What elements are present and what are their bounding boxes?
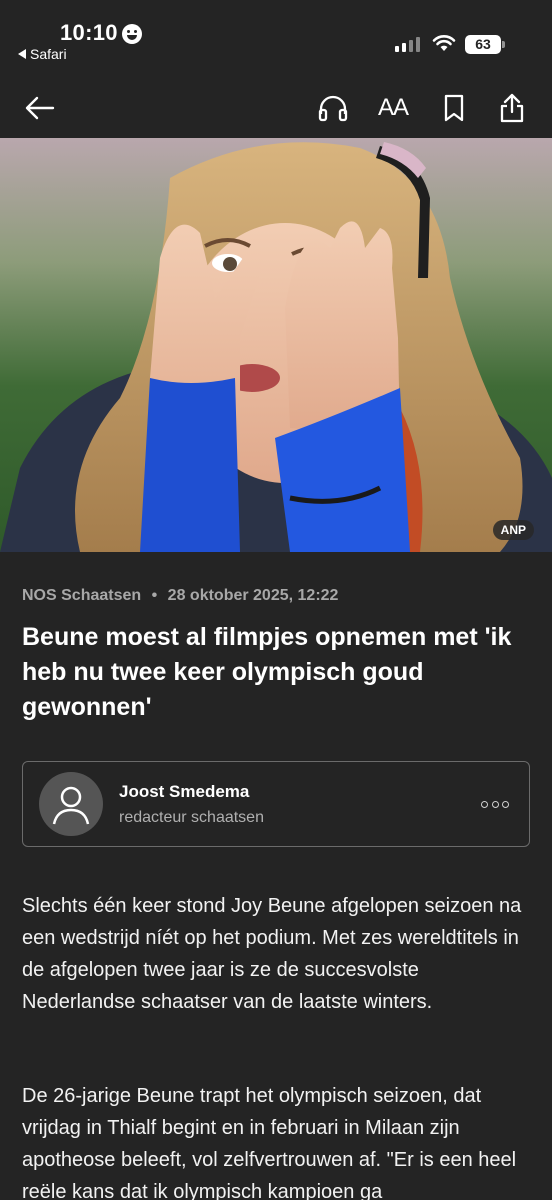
photo-credit: ANP <box>492 520 534 540</box>
more-dot <box>502 800 509 808</box>
bookmark-icon <box>444 94 464 122</box>
avatar <box>39 772 103 836</box>
article-paragraph: Slechts één keer stond Joy Beune afgelop… <box>22 895 522 1013</box>
back-button[interactable] <box>20 88 60 128</box>
bookmark-button[interactable] <box>434 88 474 128</box>
focus-mode-icon <box>122 24 142 44</box>
cellular-signal-icon <box>395 36 420 52</box>
back-to-safari[interactable]: Safari <box>18 46 67 62</box>
more-options-icon <box>481 800 488 808</box>
article-date: 28 oktober 2025, 12:22 <box>167 587 339 604</box>
arrow-left-icon <box>25 96 55 120</box>
wifi-icon <box>432 35 456 51</box>
battery-indicator: 63 <box>465 35 505 54</box>
back-triangle-icon <box>18 49 26 59</box>
hero-image[interactable]: ANP <box>0 138 552 552</box>
article-source[interactable]: NOS Schaatsen <box>22 587 141 604</box>
author-card[interactable]: Joost Smedema redacteur schaatsen <box>22 761 530 847</box>
text-size-label: AA <box>377 94 409 121</box>
status-bar: 10:10 Safari 63 <box>0 0 552 72</box>
author-role: redacteur schaatsen <box>119 809 264 826</box>
share-icon <box>500 93 524 123</box>
status-time: 10:10 <box>60 20 118 45</box>
author-name: Joost Smedema <box>119 782 250 801</box>
article-meta: NOS Schaatsen • 28 oktober 2025, 12:22 <box>22 587 338 605</box>
more-options-button[interactable] <box>481 794 509 814</box>
article-paragraph: De 26-jarige Beune trapt het olympisch s… <box>22 1085 517 1200</box>
meta-separator: • <box>151 587 158 604</box>
person-icon <box>52 786 90 825</box>
text-size-button[interactable]: AA <box>373 88 413 128</box>
athlete-photo-illustration <box>0 142 552 552</box>
back-app-label: Safari <box>30 46 67 62</box>
article-toolbar: AA <box>0 80 552 138</box>
listen-button[interactable] <box>313 88 353 128</box>
share-button[interactable] <box>492 88 532 128</box>
article-headline: Beune moest al filmpjes opnemen met 'ik … <box>22 623 512 721</box>
more-dot <box>491 800 499 808</box>
headphones-icon <box>318 95 348 122</box>
